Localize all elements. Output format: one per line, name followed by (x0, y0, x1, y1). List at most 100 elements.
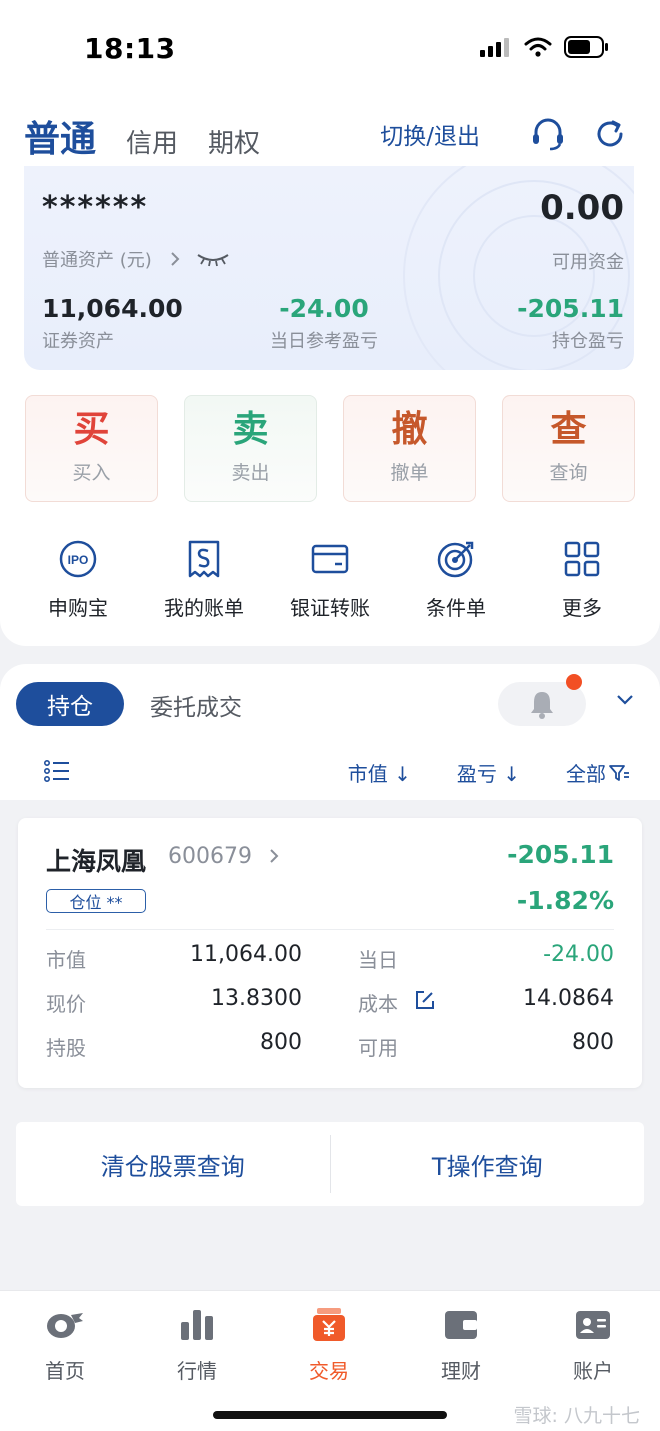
stock-pnl: -205.11 (507, 840, 614, 869)
ipo-icon: IPO (57, 538, 99, 580)
cancel-order-button[interactable]: 撤 撤单 (343, 395, 476, 502)
target-icon (435, 538, 477, 580)
account-card: 普通 信用 期权 切换/退出 ****** 0.00 普通资产 (元) 可用资金… (0, 96, 660, 646)
position-badge: 仓位 ** (46, 889, 146, 913)
nav-home-label: 首页 (45, 1359, 85, 1383)
nav-trade[interactable]: 交易 (279, 1305, 379, 1384)
tab-orders[interactable]: 委托成交 (150, 688, 242, 722)
svg-text:IPO: IPO (68, 553, 89, 567)
battery-icon (564, 36, 608, 58)
total-assets-label-row[interactable]: 普通资产 (元) (42, 246, 230, 272)
notification-button[interactable] (498, 674, 586, 726)
sort-market-value[interactable]: 市值 ↓ (348, 758, 411, 787)
tab-options[interactable]: 期权 (208, 123, 260, 162)
refresh-icon (597, 120, 623, 147)
quick-more[interactable]: 更多 (522, 538, 642, 621)
quick-ipo-label: 申购宝 (48, 596, 108, 620)
quick-bill[interactable]: 我的账单 (144, 538, 264, 621)
quick-conditional-label: 条件单 (426, 596, 486, 620)
quick-bill-label: 我的账单 (164, 596, 244, 620)
eye-closed-icon[interactable] (196, 251, 230, 267)
signal-icon (480, 38, 509, 57)
buy-label: 买入 (72, 462, 111, 484)
customer-service-button[interactable] (528, 114, 568, 154)
nav-market[interactable]: 行情 (147, 1305, 247, 1384)
sort-controls: 市值 ↓ 盈亏 ↓ 全部 (302, 758, 630, 787)
card-divider (46, 929, 614, 930)
list-view-icon[interactable] (44, 760, 70, 782)
status-time: 18:13 (84, 32, 176, 65)
quick-transfer-label: 银证转账 (290, 596, 370, 620)
securities-assets-value: 11,064.00 (42, 294, 183, 323)
securities-assets-stat: 11,064.00 证券资产 (42, 294, 183, 353)
available-funds-value: 0.00 (540, 188, 624, 228)
watermark: 雪球: 八九十七 (513, 1405, 640, 1427)
buy-button[interactable]: 买 买入 (25, 395, 158, 502)
nav-market-label: 行情 (177, 1359, 217, 1383)
market-value: 11,064.00 (190, 942, 302, 967)
cleared-stock-query-button[interactable]: 清仓股票查询 (16, 1147, 330, 1182)
query-links: 清仓股票查询 T操作查询 (16, 1122, 644, 1206)
holding-pnl-stat: -205.11 持仓盈亏 (517, 294, 624, 353)
home-icon (43, 1305, 87, 1345)
shares-label: 持股 (46, 1036, 86, 1060)
trade-buttons: 买 买入 卖 卖出 撤 撤单 查 查询 (25, 395, 635, 502)
nav-finance[interactable]: 理财 (411, 1305, 511, 1384)
chevron-down-icon[interactable] (616, 694, 634, 706)
quick-actions: IPO 申购宝 我的账单 银证转账 条件单 更多 (18, 538, 642, 621)
filter-icon (609, 764, 629, 781)
nav-trade-label: 交易 (309, 1359, 349, 1383)
wifi-icon (524, 37, 552, 57)
stock-code: 600679 (168, 844, 252, 869)
total-assets-label: 普通资产 (元) (42, 250, 152, 271)
switch-logout-link[interactable]: 切换/退出 (380, 117, 480, 151)
sell-button[interactable]: 卖 卖出 (184, 395, 317, 502)
asset-summary-panel: ****** 0.00 普通资产 (元) 可用资金 11,064.00 证券资产… (24, 166, 634, 370)
filter-all-label: 全部 (566, 762, 606, 786)
total-assets-masked: ****** (42, 190, 149, 225)
trade-icon (307, 1305, 351, 1345)
available-funds-label: 可用资金 (552, 252, 624, 273)
daily-label: 当日 (358, 948, 398, 972)
refresh-button[interactable] (590, 114, 630, 154)
holding-pnl-label: 持仓盈亏 (552, 331, 624, 352)
available-shares-value: 800 (572, 1030, 614, 1055)
card-icon (309, 538, 351, 580)
notification-dot (566, 674, 582, 690)
sell-glyph: 卖 (232, 409, 269, 450)
bill-icon (183, 538, 225, 580)
chevron-right-icon (171, 252, 180, 266)
shares-value: 800 (260, 1030, 302, 1055)
query-glyph: 查 (550, 409, 587, 450)
edit-icon[interactable] (414, 989, 436, 1011)
sell-label: 卖出 (231, 462, 270, 484)
quick-transfer[interactable]: 银证转账 (270, 538, 390, 621)
nav-finance-label: 理财 (441, 1359, 481, 1383)
home-indicator (213, 1411, 447, 1419)
filter-all[interactable]: 全部 (566, 758, 630, 787)
account-icon (571, 1305, 615, 1345)
cost-value: 14.0864 (523, 986, 614, 1011)
tab-credit[interactable]: 信用 (126, 123, 178, 162)
chart-icon (175, 1305, 219, 1345)
grid-icon (561, 538, 603, 580)
t-operation-query-button[interactable]: T操作查询 (331, 1147, 645, 1182)
quick-conditional-order[interactable]: 条件单 (396, 538, 516, 621)
price-label: 现价 (46, 992, 86, 1016)
status-icons (480, 36, 608, 58)
account-type-tabs: 普通 信用 期权 (24, 110, 260, 162)
quick-ipo[interactable]: IPO 申购宝 (18, 538, 138, 621)
nav-account[interactable]: 账户 (543, 1305, 643, 1384)
holdings-header: 持仓 委托成交 市值 ↓ 盈亏 ↓ 全部 (0, 664, 660, 800)
query-button[interactable]: 查 查询 (502, 395, 635, 502)
nav-home[interactable]: 首页 (15, 1305, 115, 1384)
header-actions: 切换/退出 (380, 114, 630, 154)
sort-pnl[interactable]: 盈亏 ↓ (457, 758, 520, 787)
tab-holdings[interactable]: 持仓 (16, 682, 124, 726)
stock-pnl-percent: -1.82% (516, 886, 614, 915)
tab-normal[interactable]: 普通 (24, 110, 96, 162)
daily-pnl-value: -24.00 (279, 294, 369, 323)
holding-card[interactable]: 上海凤凰 600679 -205.11 仓位 ** -1.82% 市值 11,0… (18, 818, 642, 1088)
status-bar: 18:13 (0, 0, 660, 96)
chevron-right-icon (270, 849, 279, 863)
